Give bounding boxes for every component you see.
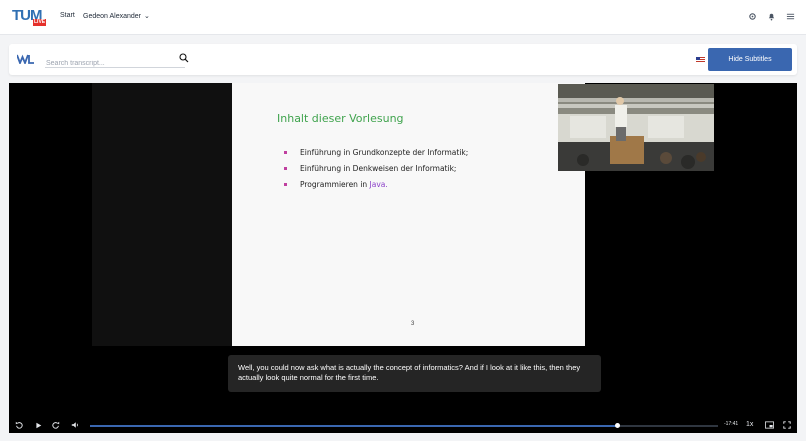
volume-icon[interactable]	[70, 420, 80, 430]
search-field	[45, 52, 189, 71]
bell-icon[interactable]	[766, 11, 776, 21]
slide-bullet-text: Programmieren in	[300, 180, 370, 189]
forward-icon[interactable]	[51, 420, 61, 430]
nav-start-link[interactable]: Start	[60, 12, 75, 19]
chevron-down-icon: ⌄	[144, 13, 150, 20]
search-icon[interactable]	[179, 53, 189, 63]
play-icon[interactable]	[33, 420, 43, 430]
progress-bar[interactable]	[90, 423, 718, 428]
camera-video[interactable]	[558, 84, 714, 171]
java-word: Java	[369, 180, 386, 189]
remaining-time: -17:41	[724, 421, 739, 427]
player-controls: -17:41 1x	[9, 418, 797, 433]
top-navbar: TUM LIVE Start Gedeon Alexander ⌄	[0, 0, 806, 35]
slide-bullet: Einführung in Grundkonzepte der Informat…	[284, 148, 468, 157]
progress-handle[interactable]	[615, 423, 621, 428]
user-menu[interactable]: Gedeon Alexander ⌄	[83, 12, 150, 20]
slide-bullet: Einführung in Denkweisen der Informatik;	[284, 164, 468, 173]
lecture-slide: Inhalt dieser Vorlesung Einführung in Gr…	[232, 83, 585, 346]
us-flag-icon[interactable]	[696, 57, 705, 63]
playback-speed-button[interactable]: 1x	[746, 421, 753, 428]
transcript-toolbar: Hide Subtitles	[9, 44, 797, 75]
java-suffix: .	[385, 180, 388, 189]
gear-icon[interactable]	[747, 11, 757, 21]
user-name: Gedeon Alexander	[83, 13, 141, 20]
menu-icon[interactable]	[785, 11, 795, 21]
slide-page-number: 3	[411, 321, 415, 327]
slide-video: Inhalt dieser Vorlesung Einführung in Gr…	[92, 83, 585, 346]
fullscreen-icon[interactable]	[782, 420, 792, 430]
picture-in-picture-icon[interactable]	[764, 420, 774, 430]
rewind-icon[interactable]	[14, 420, 24, 430]
logo-badge: LIVE	[33, 19, 47, 26]
tum-live-logo[interactable]: TUM LIVE	[12, 8, 47, 26]
video-player[interactable]: Inhalt dieser Vorlesung Einführung in Gr…	[9, 83, 797, 433]
lecture-hall-image	[558, 84, 714, 171]
subtitle-caption: Well, you could now ask what is actually…	[228, 355, 601, 392]
slide-bullet: Programmieren in Java.	[284, 180, 468, 189]
hide-subtitles-button[interactable]: Hide Subtitles	[708, 48, 792, 71]
wl-logo-icon	[17, 54, 34, 64]
progress-fill	[90, 425, 618, 427]
slide-title: Inhalt dieser Vorlesung	[277, 112, 404, 125]
search-input[interactable]	[45, 56, 165, 71]
slide-bullet-list: Einführung in Grundkonzepte der Informat…	[284, 148, 468, 196]
